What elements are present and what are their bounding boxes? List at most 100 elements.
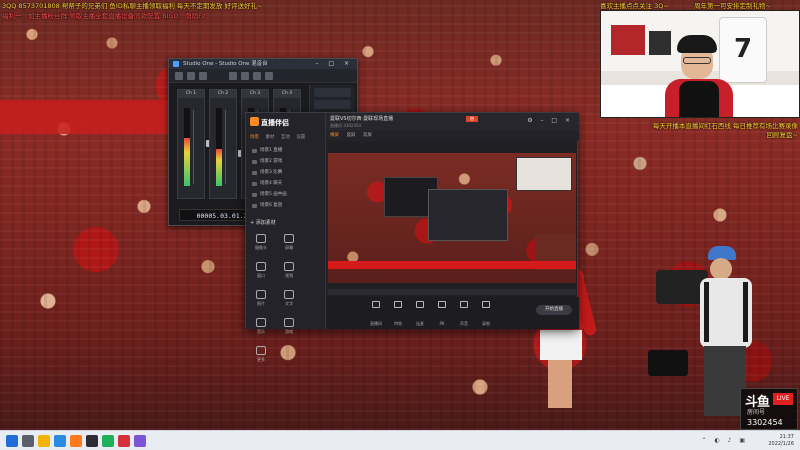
microphone-icon [460, 301, 468, 308]
link-icon [416, 301, 424, 308]
scene-item[interactable]: 场景3 比赛 [250, 169, 322, 177]
room-button[interactable]: 直播间 [366, 301, 386, 329]
add-source-button[interactable]: + 添加素材 [250, 219, 276, 226]
tab-portrait[interactable]: 竖屏 [346, 133, 355, 138]
tool-video[interactable]: 视频 [278, 259, 300, 285]
ticker-top-second: 福利一：加主播粉丝群 领取主播全套直播设备同款配置 BIGO：荫荫Fz [2, 12, 206, 20]
tab-scenes[interactable]: 场景 [250, 135, 259, 140]
hot-badge: 热 [466, 116, 478, 122]
live-badge: LIVE [773, 393, 793, 405]
stop-icon[interactable] [187, 72, 195, 80]
chat-icon[interactable] [102, 435, 114, 447]
mixer-titlebar[interactable]: Studio One - Studio One 混音台 – □ × [169, 59, 357, 69]
room-header: 曼联VS切尔西 曼联现场直播 直播间 3302454 热 ⚙ – □ × [326, 113, 579, 131]
tab-interact[interactable]: 互动 [281, 135, 290, 140]
channel-label: Ch 4 [274, 90, 300, 98]
tool-grid: 摄像头 屏幕 窗口 视频 图片 文字 音乐 游戏 更多 [250, 231, 322, 371]
window-icon [256, 262, 266, 271]
system-tray[interactable]: ⌃ ◐ ♪ ▣ [702, 437, 748, 444]
scene-item[interactable]: 场景5 画中画 [250, 191, 322, 199]
taskbar-clock[interactable]: 21:37 2022/1/26 [768, 434, 794, 448]
streamer [665, 35, 733, 117]
tab-dual[interactable]: 双屏 [363, 133, 372, 138]
pencil-icon[interactable] [241, 72, 249, 80]
video-icon [284, 262, 295, 271]
clock-date: 2022/1/26 [768, 441, 794, 447]
room-title[interactable]: 曼联VS切尔西 曼联现场直播 [330, 115, 393, 122]
monitor-icon [284, 234, 295, 243]
music-icon [256, 318, 266, 327]
window-controls[interactable]: – □ × [315, 59, 353, 69]
effects-button[interactable]: 特效 [388, 301, 408, 329]
music-app-icon[interactable] [134, 435, 146, 447]
scene-item[interactable]: 场景2 游戏 [250, 158, 322, 166]
channel-label: Ch 3 [242, 90, 268, 98]
brand-logo-icon [250, 117, 259, 126]
gamepad-icon [284, 318, 295, 327]
room-icon [372, 301, 380, 308]
channel-fader[interactable] [225, 110, 250, 184]
preview-status-bar [328, 289, 576, 295]
go-live-button[interactable]: 开始直播 [536, 305, 572, 315]
mixer-toolbar [169, 69, 357, 83]
layout-tabs: 横屏 竖屏 双屏 [326, 131, 579, 141]
folder-icon[interactable] [38, 435, 50, 447]
cohost-button[interactable]: 连麦 [410, 301, 430, 329]
preview-sponsor-board [328, 261, 576, 269]
eraser-icon[interactable] [265, 72, 273, 80]
daw-icon[interactable] [86, 435, 98, 447]
video-app-icon[interactable] [118, 435, 130, 447]
tool-more[interactable]: 更多 [250, 343, 272, 369]
streaming-app-icon[interactable] [70, 435, 82, 447]
stadium-banner [0, 100, 180, 134]
tool-image[interactable]: 图片 [250, 287, 272, 313]
channel-label: Ch 2 [210, 90, 236, 98]
room-subtitle: 直播间 3302454 [330, 123, 362, 128]
scene-item[interactable]: 场景6 复盘 [250, 202, 322, 210]
record-button[interactable]: 录制 [476, 301, 496, 329]
audio-button[interactable]: 声音 [454, 301, 474, 329]
start-icon[interactable] [6, 435, 18, 447]
tool-music[interactable]: 音乐 [250, 315, 272, 341]
scissors-icon[interactable] [253, 72, 261, 80]
stream-preview[interactable] [328, 153, 576, 283]
nested-app-preview [428, 189, 576, 270]
channel-fader[interactable] [193, 110, 218, 184]
clock-time: 21:37 [779, 434, 794, 440]
bottom-toolbar: 直播间 特效 连麦 PK 声音 录制 开始直播 [326, 297, 579, 329]
level-meter [184, 108, 190, 186]
scene-item[interactable]: 场景1 直播 [250, 147, 322, 155]
tool-game[interactable]: 游戏 [278, 315, 300, 341]
tool-screen[interactable]: 屏幕 [278, 231, 300, 257]
record-icon[interactable] [199, 72, 207, 80]
ticker-right-schedule: 每天开播本直播间红石西线 每日推荐有场比赛录像回顾复盘~ [652, 122, 798, 139]
tool-camera[interactable]: 摄像头 [250, 231, 272, 257]
room-label: 房间号 [747, 409, 766, 416]
cursor-icon[interactable] [229, 72, 237, 80]
more-icon [256, 346, 266, 355]
mixer-channel[interactable]: Ch 1 [177, 89, 218, 199]
platform-watermark: 斗鱼 LIVE 房间号 3302454 [740, 388, 798, 430]
jersey-number: 7 [734, 34, 753, 64]
tab-materials[interactable]: 素材 [265, 135, 274, 140]
streamer-webcam: 7 [600, 10, 800, 118]
search-icon[interactable] [22, 435, 34, 447]
taskbar: ⌃ ◐ ♪ ▣ 21:37 2022/1/26 [0, 430, 800, 450]
window-controls[interactable]: ⚙ – □ × [527, 117, 573, 124]
pk-button[interactable]: PK [432, 301, 452, 329]
scene-item[interactable]: 场景4 聊天 [250, 180, 322, 188]
image-icon [256, 290, 266, 299]
left-tabs: 场景 素材 互动 设置 [250, 133, 322, 143]
tool-window[interactable]: 窗口 [250, 259, 272, 285]
sparkle-icon [394, 301, 402, 308]
tab-settings[interactable]: 设置 [296, 135, 305, 140]
channel-label: Ch 1 [178, 90, 204, 98]
tab-landscape[interactable]: 横屏 [330, 133, 339, 138]
play-icon[interactable] [175, 72, 183, 80]
tool-text[interactable]: 文字 [278, 287, 300, 313]
browser-icon[interactable] [54, 435, 66, 447]
app-icon [173, 61, 179, 67]
mixer-channel[interactable]: Ch 2 [209, 89, 250, 199]
streaming-app-window[interactable]: 直播伴侣 场景 素材 互动 设置 场景1 直播 场景2 游戏 场景3 比赛 场景… [245, 112, 579, 362]
level-meter [216, 108, 222, 186]
